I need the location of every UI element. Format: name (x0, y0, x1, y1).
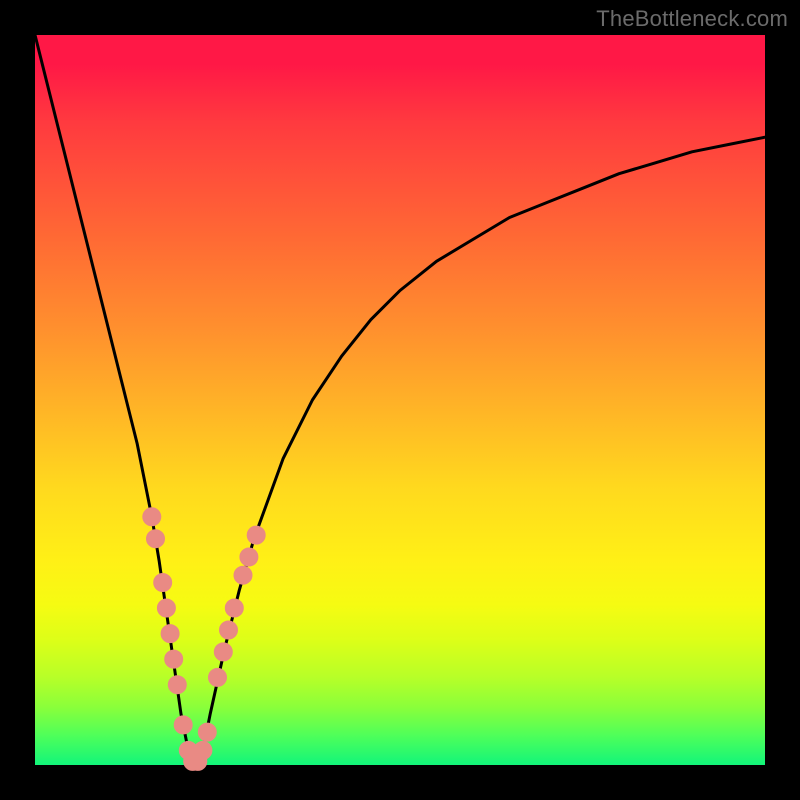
curve-marker (198, 723, 216, 741)
curve-marker (161, 625, 179, 643)
curve-marker (234, 566, 252, 584)
curve-marker (165, 650, 183, 668)
curve-marker (194, 741, 212, 759)
watermark-text: TheBottleneck.com (596, 6, 788, 32)
chart-svg (35, 35, 765, 765)
curve-markers (143, 508, 265, 771)
chart-frame: TheBottleneck.com (0, 0, 800, 800)
curve-marker (147, 530, 165, 548)
curve-marker (209, 668, 227, 686)
curve-marker (225, 599, 243, 617)
curve-marker (143, 508, 161, 526)
curve-marker (154, 574, 172, 592)
bottleneck-curve (35, 35, 765, 765)
chart-plot-area (35, 35, 765, 765)
curve-marker (220, 621, 238, 639)
curve-marker (247, 526, 265, 544)
curve-marker (174, 716, 192, 734)
curve-marker (157, 599, 175, 617)
curve-marker (168, 676, 186, 694)
curve-marker (240, 548, 258, 566)
curve-marker (214, 643, 232, 661)
